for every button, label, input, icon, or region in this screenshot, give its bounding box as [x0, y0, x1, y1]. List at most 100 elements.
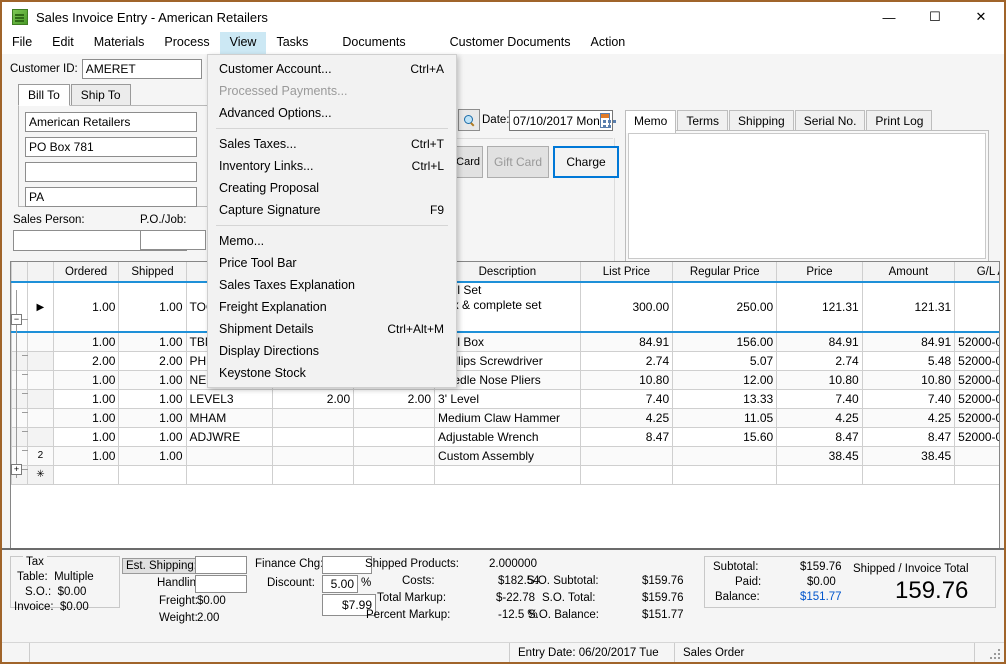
menu-tasks[interactable]: Tasks — [266, 32, 318, 54]
cell-ordered[interactable] — [52, 464, 120, 485]
cell-price[interactable]: 10.80 — [776, 369, 863, 390]
row-marker-cell[interactable] — [27, 426, 54, 447]
cell-price[interactable]: 38.45 — [776, 445, 863, 466]
cell-description[interactable] — [434, 464, 581, 485]
row-marker-cell[interactable] — [27, 388, 54, 409]
cell-backordered[interactable] — [272, 407, 355, 428]
menu-item-sales-taxes-explanation[interactable]: Sales Taxes Explanation — [208, 274, 456, 296]
maximize-button[interactable]: ☐ — [912, 2, 958, 32]
col-shipped[interactable]: Shipped — [118, 262, 187, 283]
menu-customer-documents[interactable]: Customer Documents — [440, 32, 581, 54]
view-dropdown-menu[interactable]: Customer Account... Ctrl+A Processed Payme… — [207, 54, 457, 388]
tab-memo[interactable]: Memo — [625, 110, 677, 133]
header-search-button[interactable] — [458, 109, 480, 131]
cell-price[interactable]: 7.40 — [776, 388, 863, 409]
cell-regular-price[interactable] — [672, 445, 778, 466]
cell-ordered[interactable]: 1.00 — [52, 281, 120, 333]
cell-regular-price[interactable]: 12.00 — [672, 369, 778, 390]
cell-product[interactable]: LEVEL3 — [185, 388, 274, 409]
menu-item-capture-signature[interactable]: Capture Signature F9 — [208, 199, 456, 221]
menu-item-display-directions[interactable]: Display Directions — [208, 340, 456, 362]
address-name-input[interactable]: American Retailers — [25, 112, 197, 132]
row-marker-cell[interactable] — [27, 331, 54, 352]
cell-list-price[interactable] — [579, 464, 674, 485]
row-tree-cell[interactable] — [11, 331, 29, 352]
row-marker-cell[interactable]: ✳ — [27, 464, 54, 485]
menu-item-keystone-stock[interactable]: Keystone Stock — [208, 362, 456, 384]
cell-regular-price[interactable]: 156.00 — [672, 331, 778, 352]
cell-quantity[interactable] — [353, 426, 436, 447]
cell-ordered[interactable]: 1.00 — [52, 407, 120, 428]
cell-gl-account[interactable]: 52000-010 — [954, 369, 999, 390]
tab-ship-to[interactable]: Ship To — [70, 84, 131, 106]
cell-description[interactable]: Medium Claw Hammer — [434, 407, 581, 428]
row-tree-cell[interactable] — [11, 445, 29, 466]
cell-amount[interactable]: 38.45 — [861, 445, 956, 466]
row-tree-cell[interactable] — [11, 407, 29, 428]
cell-list-price[interactable]: 8.47 — [579, 426, 674, 447]
cell-amount[interactable]: 10.80 — [861, 369, 956, 390]
col-ordered[interactable]: Ordered — [52, 262, 120, 283]
calendar-icon[interactable] — [599, 113, 610, 128]
cell-gl-account[interactable]: 52000-010 — [954, 407, 999, 428]
menu-item-creating-proposal[interactable]: Creating Proposal — [208, 177, 456, 199]
cell-shipped[interactable] — [118, 464, 187, 485]
cell-regular-price[interactable]: 11.05 — [672, 407, 778, 428]
line-items-grid[interactable]: Ordered Shipped Product Backordered Quan… — [10, 261, 1000, 591]
cell-backordered[interactable] — [272, 445, 355, 466]
table-row[interactable]: 1.001.00TBMATXTool Box84.91156.0084.9184… — [11, 331, 999, 352]
cell-amount[interactable]: 5.48 — [861, 350, 956, 371]
row-marker-cell[interactable]: 2 — [27, 445, 54, 466]
menu-process[interactable]: Process — [154, 32, 219, 54]
cell-price[interactable]: 121.31 — [776, 281, 863, 333]
menu-item-freight-explanation[interactable]: Freight Explanation — [208, 296, 456, 318]
row-tree-cell[interactable] — [11, 369, 29, 390]
address-line2-input[interactable] — [25, 162, 197, 182]
cell-gl-account[interactable] — [954, 281, 999, 333]
table-row[interactable]: 2.002.00PHISCRPhillips Screwdriver2.745.… — [11, 350, 999, 371]
customer-id-input[interactable]: AMERET — [81, 59, 202, 79]
cell-list-price[interactable]: 10.80 — [579, 369, 674, 390]
table-row[interactable]: 1.00 1.00 MHAM Medium Claw Hammer 4.25 11.05 4… — [11, 407, 999, 428]
cell-backordered[interactable] — [272, 426, 355, 447]
cell-description[interactable]: Custom Assembly — [434, 445, 581, 466]
cell-price[interactable]: 4.25 — [776, 407, 863, 428]
cell-regular-price[interactable]: 5.07 — [672, 350, 778, 371]
col-amount[interactable]: Amount — [861, 262, 956, 283]
cell-amount[interactable]: 7.40 — [861, 388, 956, 409]
cell-amount[interactable]: 121.31 — [861, 281, 956, 333]
cell-amount[interactable]: 4.25 — [861, 407, 956, 428]
menu-item-advanced-options[interactable]: Advanced Options... — [208, 102, 456, 124]
col-regular-price[interactable]: Regular Price — [672, 262, 778, 283]
menu-item-inventory-links[interactable]: Inventory Links... Ctrl+L — [208, 155, 456, 177]
cell-ordered[interactable]: 1.00 — [52, 369, 120, 390]
po-job-input[interactable] — [140, 230, 206, 250]
table-row[interactable]: ✳ — [11, 464, 999, 485]
cell-price[interactable]: 2.74 — [776, 350, 863, 371]
col-marker[interactable] — [27, 262, 54, 283]
cell-list-price[interactable]: 300.00 — [579, 281, 674, 333]
cell-gl-account[interactable]: 52000-010 — [954, 331, 999, 352]
menu-file[interactable]: File — [2, 32, 42, 54]
menu-item-sales-taxes[interactable]: Sales Taxes... Ctrl+T — [208, 133, 456, 155]
discount-input[interactable]: 5.00 — [322, 575, 358, 593]
cell-ordered[interactable]: 1.00 — [52, 426, 120, 447]
menu-documents[interactable]: Documents — [332, 32, 415, 54]
cell-regular-price[interactable]: 13.33 — [672, 388, 778, 409]
table-row[interactable]: 21.001.00Custom Assembly38.4538.4520.89 — [11, 445, 999, 466]
cell-shipped[interactable]: 1.00 — [118, 445, 187, 466]
cell-shipped[interactable]: 1.00 — [118, 388, 187, 409]
cell-backordered[interactable] — [272, 464, 355, 485]
cell-quantity[interactable]: 2.00 — [353, 388, 436, 409]
cell-description[interactable]: 3' Level — [434, 388, 581, 409]
address-line1-input[interactable]: PO Box 781 — [25, 137, 197, 157]
cell-list-price[interactable]: 2.74 — [579, 350, 674, 371]
balance-value[interactable]: $151.77 — [800, 591, 842, 603]
cell-shipped[interactable]: 2.00 — [118, 350, 187, 371]
col-price[interactable]: Price — [776, 262, 863, 283]
cell-quantity[interactable] — [353, 445, 436, 466]
col-tree[interactable] — [11, 262, 29, 283]
cell-ordered[interactable]: 1.00 — [52, 445, 120, 466]
cell-regular-price[interactable]: 15.60 — [672, 426, 778, 447]
menu-item-shipment-details[interactable]: Shipment Details Ctrl+Alt+M — [208, 318, 456, 340]
